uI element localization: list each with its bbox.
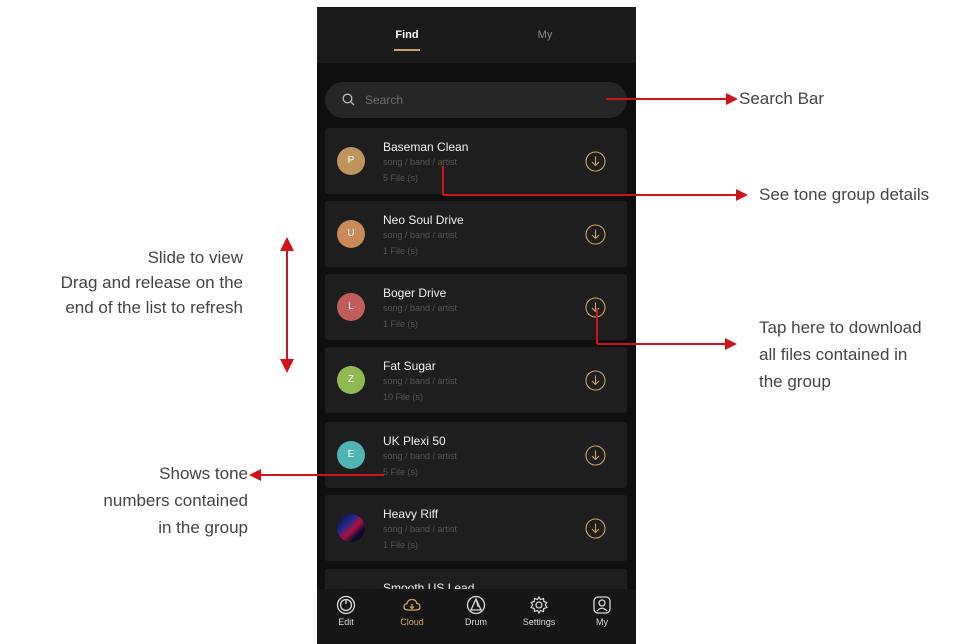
annotation-download-line3: the group xyxy=(759,372,831,391)
annotation-slide-line2: Drag and release on the xyxy=(60,273,243,292)
search-bar-arrowhead xyxy=(726,93,738,105)
annotation-tone-details: See tone group details xyxy=(759,185,930,204)
annotation-slide-line3: end of the list to refresh xyxy=(65,298,243,317)
annotation-download-line2: all files contained in xyxy=(759,345,908,364)
download-arrowhead xyxy=(725,338,737,350)
slide-arrowhead-down xyxy=(280,359,294,373)
annotation-numbers-line1: Shows tone xyxy=(159,464,248,483)
tone-details-arrowhead xyxy=(736,189,748,201)
annotation-numbers-line3: in the group xyxy=(158,518,248,537)
tone-numbers-arrowhead xyxy=(249,469,261,481)
annotation-search-bar: Search Bar xyxy=(739,89,825,108)
annotation-download-line1: Tap here to download xyxy=(759,318,922,337)
annotation-slide-line1: Slide to view xyxy=(147,248,243,267)
slide-arrowhead-up xyxy=(280,237,294,251)
annotation-numbers-line2: numbers contained xyxy=(103,491,248,510)
